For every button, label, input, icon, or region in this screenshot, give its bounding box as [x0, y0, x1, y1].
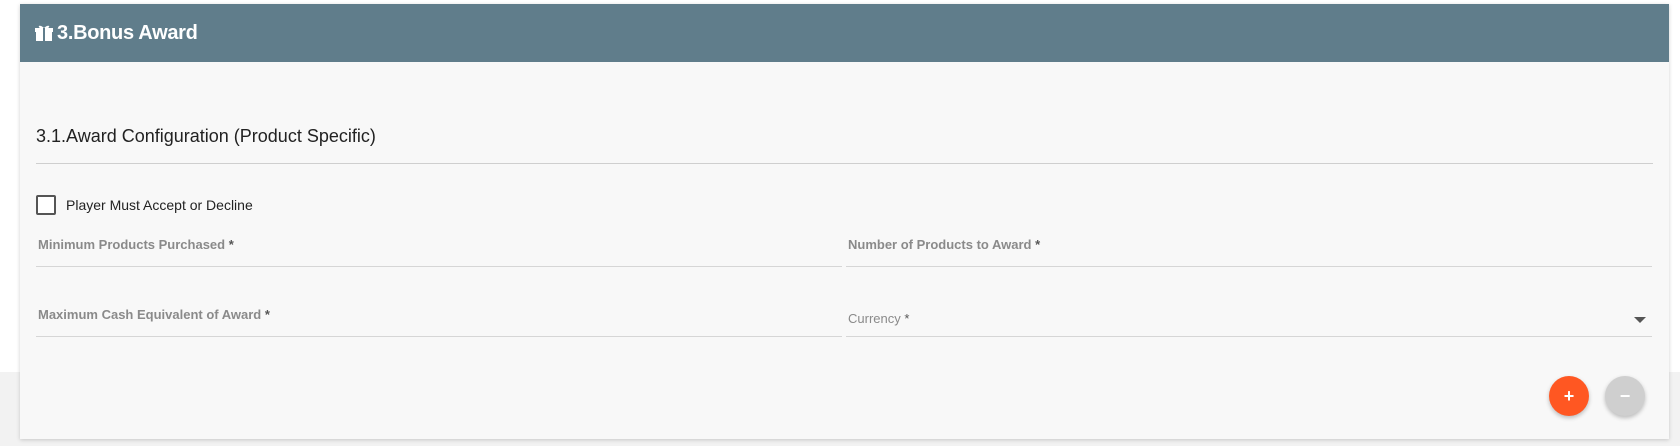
- card-title: 3.Bonus Award: [57, 21, 198, 44]
- currency-label: Currency *: [848, 311, 910, 326]
- section-divider: [36, 163, 1653, 164]
- accept-decline-row[interactable]: Player Must Accept or Decline: [36, 195, 253, 215]
- chevron-down-icon[interactable]: [1634, 317, 1646, 323]
- section-title: 3.1.Award Configuration (Product Specifi…: [36, 126, 376, 146]
- add-button[interactable]: +: [1549, 376, 1589, 416]
- min-products-label: Minimum Products Purchased *: [38, 237, 234, 252]
- currency-select[interactable]: Currency *: [846, 307, 1652, 337]
- num-products-label: Number of Products to Award *: [848, 237, 1041, 252]
- accept-decline-checkbox[interactable]: [36, 195, 56, 215]
- remove-button[interactable]: −: [1605, 376, 1645, 416]
- bonus-award-card: 3.Bonus Award 3.1.Award Configuration (P…: [20, 4, 1669, 439]
- max-cash-label: Maximum Cash Equivalent of Award *: [38, 307, 270, 322]
- max-cash-field[interactable]: Maximum Cash Equivalent of Award *: [36, 307, 842, 337]
- min-products-field[interactable]: Minimum Products Purchased *: [36, 237, 842, 267]
- gift-icon: [34, 24, 54, 42]
- card-header: 3.Bonus Award: [20, 4, 1669, 62]
- num-products-field[interactable]: Number of Products to Award *: [846, 237, 1652, 267]
- accept-decline-label: Player Must Accept or Decline: [66, 197, 253, 213]
